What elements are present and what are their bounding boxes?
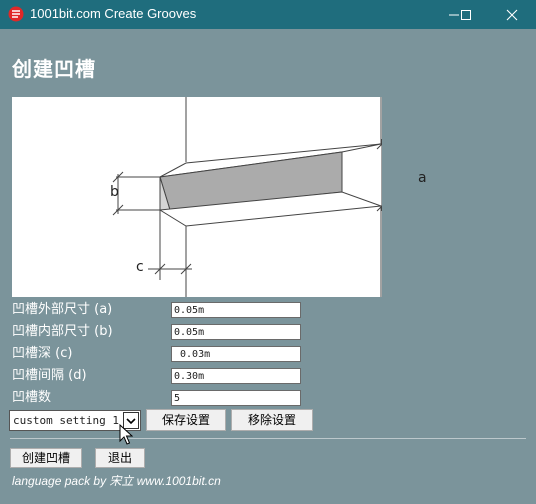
create-grooves-button[interactable]: 创建凹槽 bbox=[10, 448, 82, 468]
dimension-label-a-text: a bbox=[418, 170, 427, 186]
save-settings-button[interactable]: 保存设置 bbox=[146, 409, 226, 431]
maximize-button[interactable] bbox=[451, 0, 481, 29]
window-title: 1001bit.com Create Grooves bbox=[30, 6, 197, 21]
divider bbox=[10, 438, 526, 439]
exit-button[interactable]: 退出 bbox=[95, 448, 145, 468]
credit-text: language pack by 宋立 www.1001bit.cn bbox=[12, 474, 221, 488]
outer-size-input[interactable] bbox=[171, 302, 301, 318]
groove-count-label: 凹槽数 bbox=[12, 390, 52, 405]
inner-size-label: 凹槽内部尺寸 (b) bbox=[12, 324, 113, 339]
dimension-label-c: c bbox=[136, 259, 144, 275]
page-title: 创建凹槽 bbox=[12, 57, 96, 81]
dimension-label-b: b bbox=[110, 184, 119, 200]
groove-diagram: b c bbox=[12, 97, 430, 297]
groove-count-input[interactable] bbox=[171, 390, 301, 406]
groove-spacing-label: 凹槽间隔 (d) bbox=[12, 368, 87, 383]
groove-spacing-input[interactable] bbox=[171, 368, 301, 384]
close-button[interactable] bbox=[497, 0, 527, 29]
remove-settings-button[interactable]: 移除设置 bbox=[231, 409, 313, 431]
title-bar: 1001bit.com Create Grooves bbox=[0, 0, 536, 29]
app-logo-icon bbox=[8, 6, 24, 22]
groove-depth-label: 凹槽深 (c) bbox=[12, 346, 73, 361]
groove-diagram-drawing bbox=[112, 97, 430, 297]
mouse-cursor-icon bbox=[119, 423, 134, 450]
outer-size-label: 凹槽外部尺寸 (a) bbox=[12, 302, 113, 317]
inner-size-input[interactable] bbox=[171, 324, 301, 340]
preset-selected-value: custom setting 1 bbox=[13, 414, 119, 427]
groove-depth-input[interactable] bbox=[171, 346, 301, 362]
